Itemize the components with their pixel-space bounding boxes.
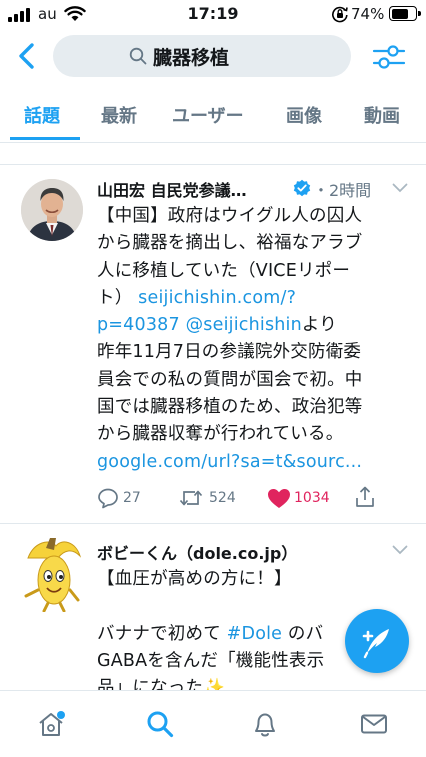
tweet-text-segment: から臓器収奪が行われている。 [97, 424, 344, 445]
tab-latest[interactable]: 最新 [101, 102, 137, 128]
banana-mascot-image [24, 538, 82, 613]
tweet-text-line: ト） seijichishin.com/? [97, 285, 363, 312]
tweet-text-line: 【中国】政府はウイグル人の囚人 [97, 203, 363, 230]
chevron-down-icon[interactable] [392, 183, 408, 193]
divider [0, 523, 426, 524]
tweet-author-name[interactable]: 山田宏 自民党参議… [97, 177, 247, 201]
share-icon[interactable] [354, 485, 376, 509]
rotation-lock-icon [332, 6, 348, 23]
avatar[interactable] [20, 536, 84, 613]
divider [0, 164, 426, 165]
search-icon [129, 47, 147, 65]
tweet-text-segment: から臓器を摘出し、裕福なアラブ [97, 233, 363, 254]
tweet-link[interactable]: seijichishin.com/? [138, 288, 296, 308]
search-field[interactable]: 臓器移植 [53, 35, 351, 77]
verified-badge-icon [293, 179, 311, 197]
tab-top[interactable]: 話題 [24, 102, 60, 128]
tweet-text-line: 昨年11月7日の参議院外交防衛委 [97, 339, 363, 366]
tab-people[interactable]: ユーザー [172, 102, 244, 128]
filter-sliders-icon[interactable] [371, 42, 407, 72]
reply-count: 27 [123, 490, 141, 506]
battery-percentage: 74% [351, 5, 385, 23]
bottom-navigation [0, 690, 426, 757]
tweet-text-line: 員会での私の質問が国会で初。中 [97, 367, 363, 394]
tweet-text-segment: 国では臓器移植のため、政治犯等 [97, 397, 363, 418]
tab-photos[interactable]: 画像 [286, 102, 322, 128]
tweet-author-name[interactable]: ボビーくん（dole.co.jp） [97, 540, 297, 564]
avatar[interactable] [21, 179, 83, 241]
tweet-text-line: 品」になった✨ [97, 675, 426, 690]
like-heart-icon[interactable] [267, 488, 291, 509]
tweet-link[interactable]: #Dole [227, 624, 282, 644]
tab-videos[interactable]: 動画 [364, 102, 400, 128]
tweet-text-segment: 員会での私の質問が国会で初。中 [97, 369, 363, 390]
tweet-text-segment: バナナで初めて [97, 623, 227, 644]
search-icon[interactable] [145, 709, 175, 739]
tweet-link[interactable]: google.com/url?sa=t&sourc... [97, 452, 362, 472]
tweet-text-segment: 昨年11月7日の参議院外交防衛委 [97, 342, 362, 363]
chevron-down-icon[interactable] [392, 545, 408, 555]
author-photo [21, 179, 83, 241]
tweet-text-line: 【血圧が高めの方に！】 [97, 566, 426, 593]
compose-tweet-icon [362, 629, 389, 659]
tweet-text-line: google.com/url?sa=t&sourc... [97, 449, 363, 476]
tweet-text: 【中国】政府はウイグル人の囚人 から臓器を摘出し、裕福なアラブ 人に移植していた（V… [97, 203, 363, 476]
divider [0, 142, 426, 143]
tweet-text-line: から臓器収奪が行われている。 [97, 421, 363, 448]
battery-icon [389, 6, 421, 21]
active-tab-indicator [10, 137, 80, 140]
tweet-link[interactable]: p=40387 @seijichishin [97, 315, 302, 335]
tweet-text-line: p=40387 @seijichishinより [97, 312, 363, 339]
tweet-text-line: 人に移植していた（VICEリポー [97, 258, 363, 285]
tweet-text-segment: ト） [97, 287, 139, 308]
tweet-timestamp: ・2時間 [313, 181, 372, 200]
like-count: 1034 [294, 490, 330, 506]
retweet-count: 524 [209, 490, 236, 506]
search-query: 臓器移植 [153, 47, 230, 69]
tweet-text-segment: のバ [282, 623, 324, 644]
back-chevron-icon[interactable] [12, 40, 40, 72]
tweet-text-segment: 【中国】政府はウイグル人の囚人 [97, 206, 363, 226]
search-tabs: 話題 最新 ユーザー 画像 動画 [0, 92, 426, 140]
tweet-text-line: から臓器を摘出し、裕福なアラブ [97, 230, 363, 257]
messages-envelope-icon[interactable] [359, 709, 389, 739]
tweet-text-segment: GABAを含んだ「機能性表示 [97, 650, 325, 671]
retweet-icon[interactable] [178, 487, 204, 509]
tweet-text-segment: 人に移植していた（VICEリポー [97, 260, 351, 281]
compose-tweet-button[interactable] [345, 609, 409, 673]
reply-icon[interactable] [97, 487, 119, 509]
tweet-text-segment: 【血圧が高めの方に！】 [97, 569, 292, 589]
home-icon[interactable] [36, 709, 66, 739]
tweet-text-segment: 品」になった✨ [97, 678, 226, 690]
tweet-text-segment: より [301, 315, 337, 336]
tweet-text-line: 国では臓器移植のため、政治犯等 [97, 394, 363, 421]
notifications-bell-icon[interactable] [250, 709, 280, 739]
status-bar: au 17:19 74% [0, 0, 426, 30]
